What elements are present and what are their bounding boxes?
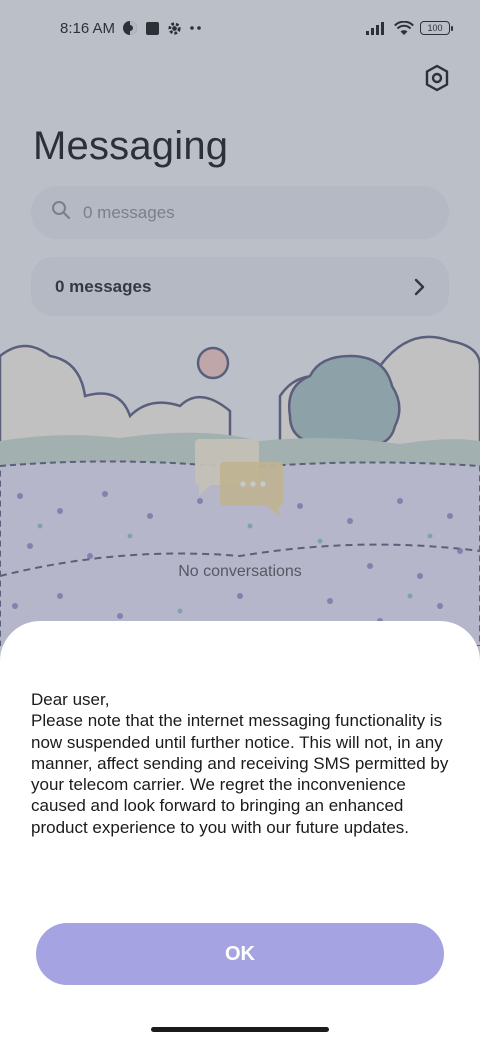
home-indicator[interactable] (151, 1027, 329, 1032)
dialog-greeting: Dear user, (31, 690, 110, 709)
notice-dialog: Dear user, Please note that the internet… (0, 621, 480, 1040)
dialog-body: Dear user, Please note that the internet… (31, 689, 461, 838)
ok-button[interactable]: OK (36, 923, 444, 985)
dialog-message: Please note that the internet messaging … (31, 711, 449, 837)
